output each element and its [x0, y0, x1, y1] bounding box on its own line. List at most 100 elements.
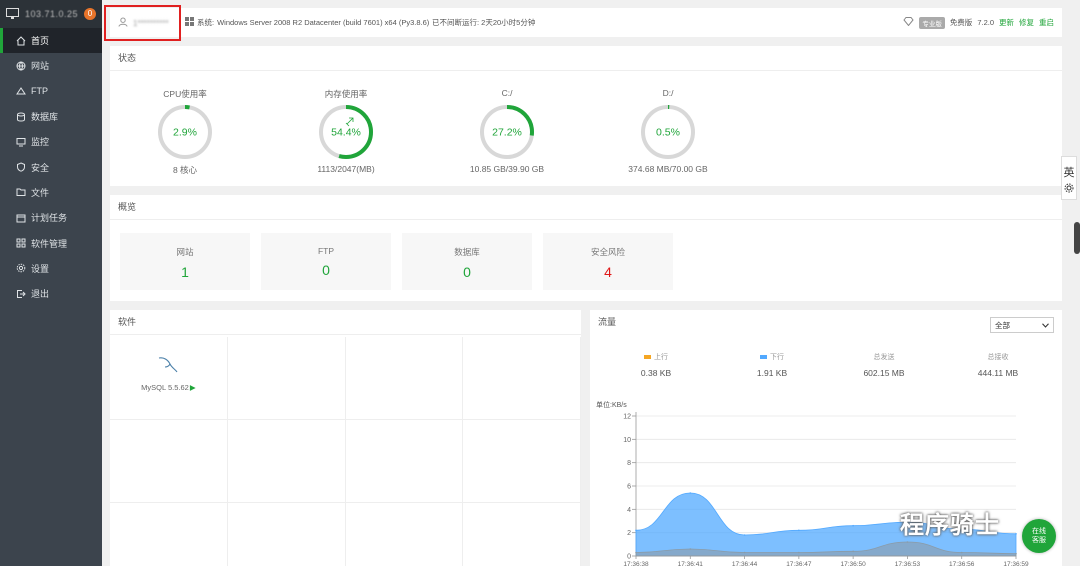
y-tick-label: 10	[623, 437, 631, 444]
sidebar-item-9[interactable]: 设置	[0, 256, 102, 281]
overview-title: 概览	[110, 195, 1062, 220]
gauge-label: CPU使用率	[163, 89, 207, 99]
sidebar-item-10[interactable]: 退出	[0, 281, 102, 306]
sidebar-item-label: 设置	[31, 263, 50, 274]
calendar-icon	[16, 213, 26, 223]
software-cell	[346, 503, 464, 566]
x-tick-label: 17:36:38	[623, 561, 649, 566]
chevron-down-icon	[1042, 321, 1049, 330]
y-tick-label: 8	[627, 460, 631, 467]
gauge-label: C:/	[501, 88, 513, 98]
version-controls: 专业版 免费版 7.2.0 更新 修复 重启	[903, 16, 1054, 29]
gauge-ring: 2.9%	[158, 105, 212, 159]
x-tick-label: 17:36:59	[1003, 561, 1029, 566]
y-tick-label: 12	[623, 414, 631, 421]
y-tick-label: 2	[627, 530, 631, 537]
gauge-0[interactable]: CPU使用率 2.9% 8 核心	[130, 88, 240, 176]
traffic-filter-select[interactable]: 全部	[990, 317, 1054, 333]
sidebar-item-label: 安全	[31, 162, 50, 173]
language-toggle[interactable]: 英	[1061, 156, 1077, 200]
page-scrollbar[interactable]	[1074, 222, 1080, 254]
pro-edition-badge[interactable]: 专业版	[919, 16, 945, 29]
traffic-stat-value: 1.91 KB	[756, 368, 788, 378]
update-link[interactable]: 更新	[999, 17, 1014, 28]
overview-card-value: 4	[604, 264, 612, 280]
restart-link[interactable]: 重启	[1039, 17, 1054, 28]
traffic-select-value: 全部	[995, 320, 1010, 330]
sidebar-item-4[interactable]: 监控	[0, 129, 102, 154]
traffic-stat-2: 总发送 602.15 MB	[834, 352, 934, 378]
software-grid: MySQL 5.5.62▶	[110, 337, 581, 566]
system-info: 系统: Windows Server 2008 R2 Datacenter (b…	[185, 17, 429, 28]
sidebar-item-8[interactable]: 软件管理	[0, 230, 102, 255]
software-cell[interactable]: MySQL 5.5.62▶	[110, 337, 228, 420]
x-tick-label: 17:36:56	[949, 561, 975, 566]
software-cell	[463, 420, 581, 503]
x-tick-label: 17:36:41	[678, 561, 704, 566]
traffic-chart: 单位:KB/s 0 2 4 6 8 10 12 17:36:38 17:36:41 17:36:44…	[596, 400, 1029, 566]
online-service-button[interactable]: 在线 客服	[1022, 519, 1056, 553]
apps-icon	[16, 238, 26, 248]
y-tick-label: 6	[627, 484, 631, 491]
software-cell	[110, 420, 228, 503]
globe-icon	[16, 61, 26, 71]
overview-card-0[interactable]: 网站 1	[120, 233, 250, 290]
data-point-s0-7	[1015, 533, 1017, 535]
version-text: 7.2.0	[977, 18, 994, 27]
gauge-1[interactable]: 内存使用率 54.4% 1113/2047(MB)	[291, 88, 401, 174]
data-point-s0-4	[852, 524, 854, 527]
traffic-stat-label: 总发送	[873, 354, 895, 361]
monitor-icon	[6, 7, 19, 21]
sidebar-item-label: 网站	[31, 61, 50, 72]
traffic-stat-value: 444.11 MB	[977, 368, 1019, 378]
data-point-s1-5	[906, 541, 909, 543]
overview-card-label: 安全风险	[590, 247, 625, 257]
shield-icon	[16, 162, 26, 172]
traffic-stat-label: 下行	[770, 354, 784, 361]
sidebar-header: 103.71.0.25 0	[0, 0, 102, 28]
notification-badge[interactable]: 0	[84, 8, 96, 20]
user-icon	[118, 17, 128, 29]
data-point-s1-1	[689, 548, 692, 550]
software-cell	[227, 420, 346, 503]
overview-card-1[interactable]: FTP 0	[261, 233, 391, 290]
overview-card-label: FTP	[317, 246, 335, 256]
sidebar-item-7[interactable]: 计划任务	[0, 205, 102, 230]
software-cell	[227, 337, 346, 420]
chart-ylabel: 单位:KB/s	[596, 400, 627, 409]
online-service-line2: 客服	[1032, 537, 1046, 544]
traffic-stat-value: 602.15 MB	[863, 368, 905, 378]
sidebar-item-2[interactable]: FTP	[0, 79, 102, 104]
top-bar: 1********** 系统: Windows Server 2008 R2 D…	[104, 5, 1062, 41]
user-account[interactable]: 1**********	[104, 5, 181, 41]
data-point-s1-7	[1015, 552, 1017, 555]
overview-card-value: 0	[322, 262, 330, 278]
gauge-sub: 10.85 GB/39.90 GB	[469, 164, 545, 174]
home-icon	[16, 35, 26, 46]
database-icon	[16, 112, 26, 122]
sidebar-item-3[interactable]: 数据库	[0, 104, 102, 129]
x-tick-label: 17:36:50	[840, 561, 866, 566]
repair-link[interactable]: 修复	[1019, 17, 1034, 28]
sidebar-item-1[interactable]: 网站	[0, 53, 102, 78]
traffic-stat-1: 下行 1.91 KB	[722, 352, 822, 378]
sidebar-item-0[interactable]: 首页	[0, 28, 102, 54]
gauge-2[interactable]: C:/ 27.2% 10.85 GB/39.90 GB	[452, 88, 562, 174]
gauge-ring: 54.4%	[319, 105, 373, 159]
overview-card-3[interactable]: 安全风险 4	[543, 233, 673, 290]
system-label: 系统:	[197, 18, 215, 27]
sidebar-item-6[interactable]: 文件	[0, 180, 102, 205]
overview-card-2[interactable]: 数据库 0	[402, 233, 532, 290]
sidebar-item-label: 软件管理	[31, 238, 68, 249]
data-point-s1-4	[852, 550, 854, 553]
gauge-ring: 27.2%	[480, 105, 534, 159]
software-cell	[228, 503, 346, 566]
data-point-s0-2	[743, 534, 746, 536]
play-icon[interactable]: ▶	[190, 383, 196, 392]
gauge-3[interactable]: D:/ 0.5% 374.68 MB/70.00 GB	[613, 88, 723, 174]
gauge-value: 0.5%	[656, 127, 680, 139]
data-point-s1-3	[798, 551, 800, 554]
system-text: Windows Server 2008 R2 Datacenter (build…	[217, 18, 430, 27]
sidebar-item-5[interactable]: 安全	[0, 154, 102, 179]
sidebar-item-label: 计划任务	[31, 213, 68, 224]
